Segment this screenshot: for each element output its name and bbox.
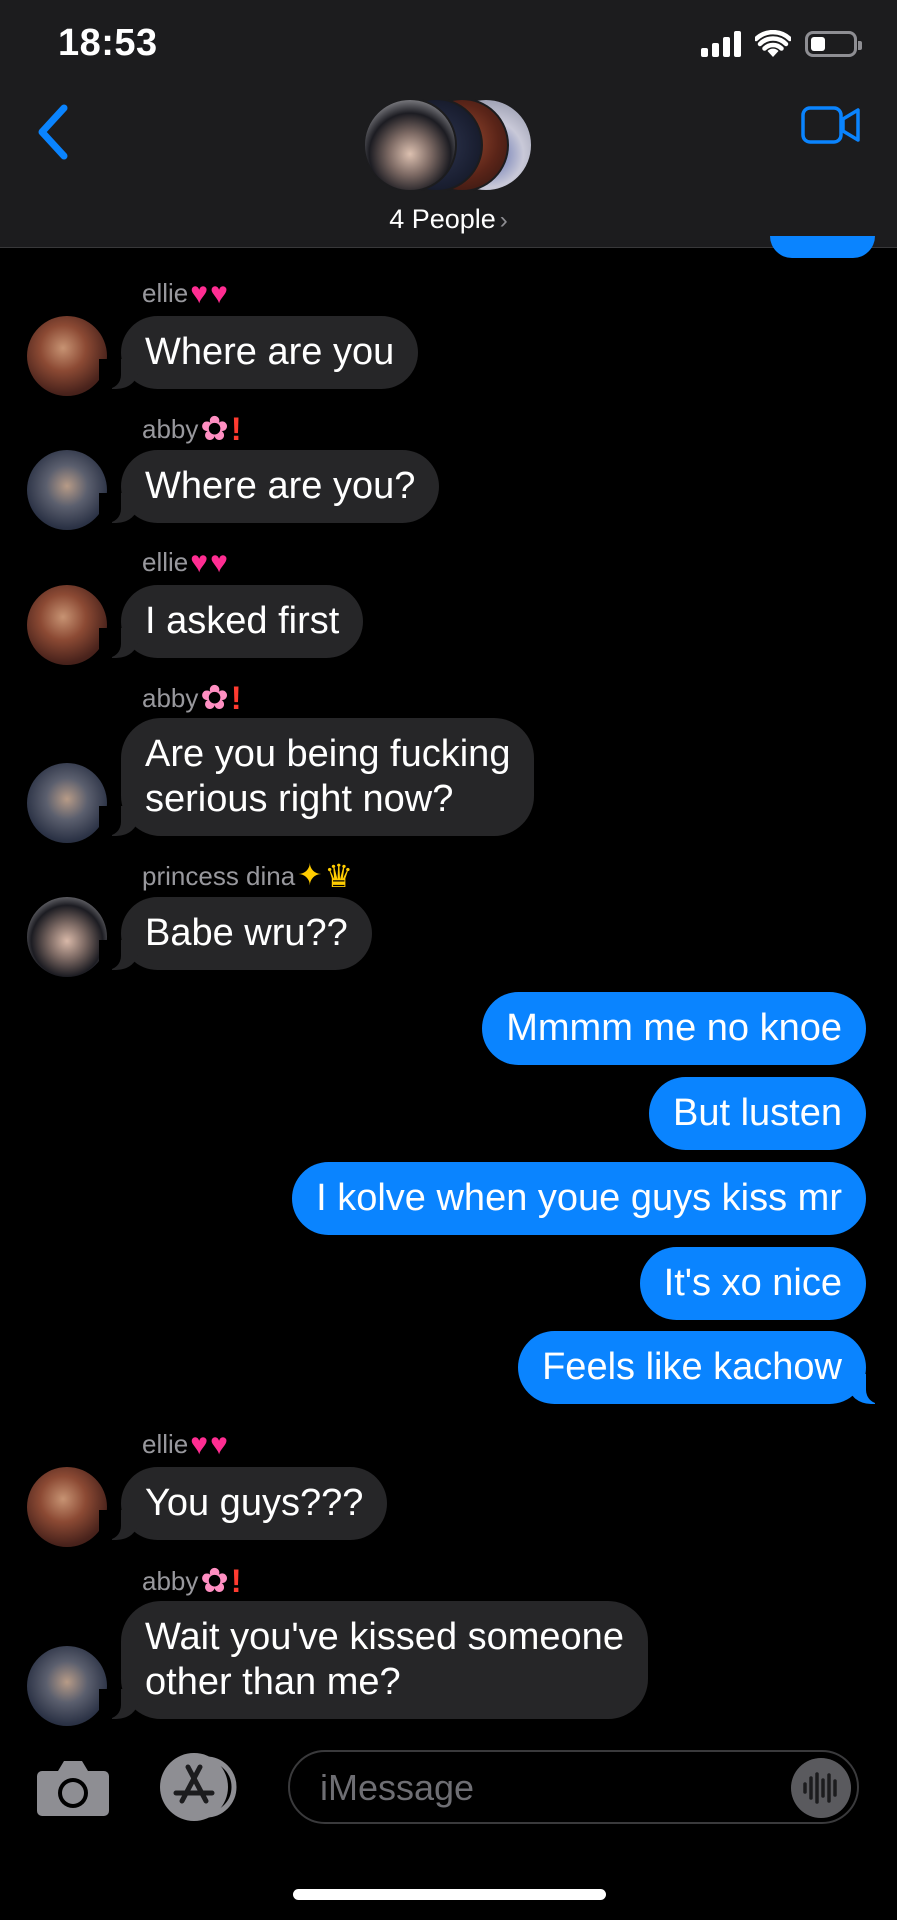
- message-text-line: Are you being fucking: [145, 733, 511, 775]
- message-text: I asked first: [145, 600, 340, 642]
- message-text: You guys???: [145, 1482, 364, 1524]
- outgoing-message-bubble[interactable]: I kolve when youe guys kiss mr: [292, 1162, 866, 1235]
- outgoing-message-bubble[interactable]: Mmmm me no knoe: [482, 992, 866, 1065]
- sender-name: ellie ♥ ♥: [142, 278, 228, 309]
- avatar-abby[interactable]: [27, 450, 107, 530]
- message-text-line: serious right now?: [145, 778, 454, 820]
- message-text-line: Wait you've kissed someone: [145, 1616, 624, 1658]
- heart-icon: ♥: [190, 545, 209, 579]
- video-call-button[interactable]: [801, 103, 861, 147]
- avatar-member-1: [363, 98, 457, 192]
- outgoing-message-bubble[interactable]: It's xo nice: [639, 1247, 866, 1320]
- sparkle-icon: ✦: [297, 859, 323, 892]
- sender-label: ellie: [142, 278, 189, 308]
- group-name-button[interactable]: 4 People ›: [0, 204, 897, 235]
- crown-icon: ♛: [324, 858, 354, 894]
- incoming-message-bubble[interactable]: You guys???: [98, 1467, 388, 1540]
- status-icons: [701, 30, 862, 58]
- incoming-message-bubble[interactable]: Are you being fucking serious right now?: [98, 718, 535, 836]
- incoming-message-bubble[interactable]: Wait you've kissed someone other than me…: [99, 1601, 648, 1719]
- avatar-abby[interactable]: [27, 763, 107, 843]
- sender-label: ellie: [142, 1429, 189, 1459]
- message-input[interactable]: [318, 1762, 762, 1814]
- incoming-message-bubble[interactable]: Babe wru??: [99, 897, 372, 970]
- message-text: Babe wru??: [145, 912, 348, 954]
- avatar-princess-dina[interactable]: [27, 897, 107, 977]
- battery-level: [811, 37, 825, 51]
- sender-name: ellie ♥ ♥: [142, 1429, 228, 1460]
- sender-name: abby ✿!: [142, 412, 242, 446]
- battery-icon: [805, 31, 862, 57]
- outgoing-message-bubble[interactable]: But lusten: [649, 1077, 866, 1150]
- flower-icon: ✿: [200, 410, 229, 448]
- avatar-ellie[interactable]: [27, 585, 107, 665]
- sender-label: abby: [142, 682, 199, 713]
- flower-icon: ✿: [200, 1562, 229, 1600]
- heart-icon: ♥: [190, 276, 209, 310]
- sender-label: abby: [142, 1565, 199, 1596]
- wifi-icon: [755, 30, 791, 57]
- group-avatar-stack[interactable]: [363, 98, 533, 192]
- message-text: I kolve when youe guys kiss mr: [316, 1177, 842, 1219]
- exclamation-icon: !: [230, 1563, 242, 1599]
- flower-icon: ✿: [200, 679, 229, 717]
- message-text-line: other than me?: [145, 1661, 401, 1703]
- sender-label: abby: [142, 413, 199, 444]
- message-text: Feels like kachow: [542, 1346, 842, 1388]
- home-indicator: [293, 1889, 606, 1900]
- incoming-message-bubble[interactable]: Where are you?: [98, 450, 440, 523]
- exclamation-icon: !: [230, 680, 242, 716]
- chevron-right-icon: ›: [499, 207, 508, 234]
- avatar-ellie[interactable]: [27, 316, 107, 396]
- group-name-label: 4 People: [389, 204, 496, 234]
- cellular-signal-icon: [701, 31, 741, 57]
- heart-icon: ♥: [190, 1427, 209, 1461]
- heart-icon: ♥: [210, 276, 228, 310]
- outgoing-message-bubble[interactable]: Feels like kachow: [518, 1331, 888, 1404]
- sender-name: abby ✿!: [142, 1564, 242, 1598]
- sender-label: ellie: [142, 547, 189, 577]
- sender-name: abby ✿!: [142, 681, 242, 715]
- message-text: It's xo nice: [663, 1262, 842, 1304]
- message-text: But lusten: [673, 1092, 842, 1134]
- exclamation-icon: !: [230, 411, 242, 447]
- sender-label: princess dina: [142, 860, 296, 891]
- message-input-container: [288, 1750, 859, 1824]
- status-time: 18:53: [58, 22, 158, 64]
- camera-button[interactable]: [36, 1757, 110, 1817]
- heart-icon: ♥: [210, 545, 228, 579]
- avatar-ellie[interactable]: [27, 1467, 107, 1547]
- message-text: Where are you: [145, 331, 395, 373]
- conversation-header: 18:53 4 People ›: [0, 0, 897, 248]
- audio-message-button[interactable]: [791, 1758, 851, 1818]
- incoming-message-bubble[interactable]: I asked first: [98, 585, 364, 658]
- partial-outgoing-bubble: [770, 236, 875, 258]
- sender-name: ellie ♥ ♥: [142, 547, 228, 578]
- heart-icon: ♥: [210, 1427, 228, 1461]
- message-text: Mmmm me no knoe: [506, 1007, 842, 1049]
- avatar-abby[interactable]: [27, 1646, 107, 1726]
- incoming-message-bubble[interactable]: Where are you: [98, 316, 419, 389]
- app-store-button[interactable]: [158, 1751, 240, 1823]
- back-button[interactable]: [30, 100, 80, 164]
- message-text: Where are you?: [145, 465, 416, 507]
- sender-name: princess dina ✦ ♛: [142, 860, 353, 892]
